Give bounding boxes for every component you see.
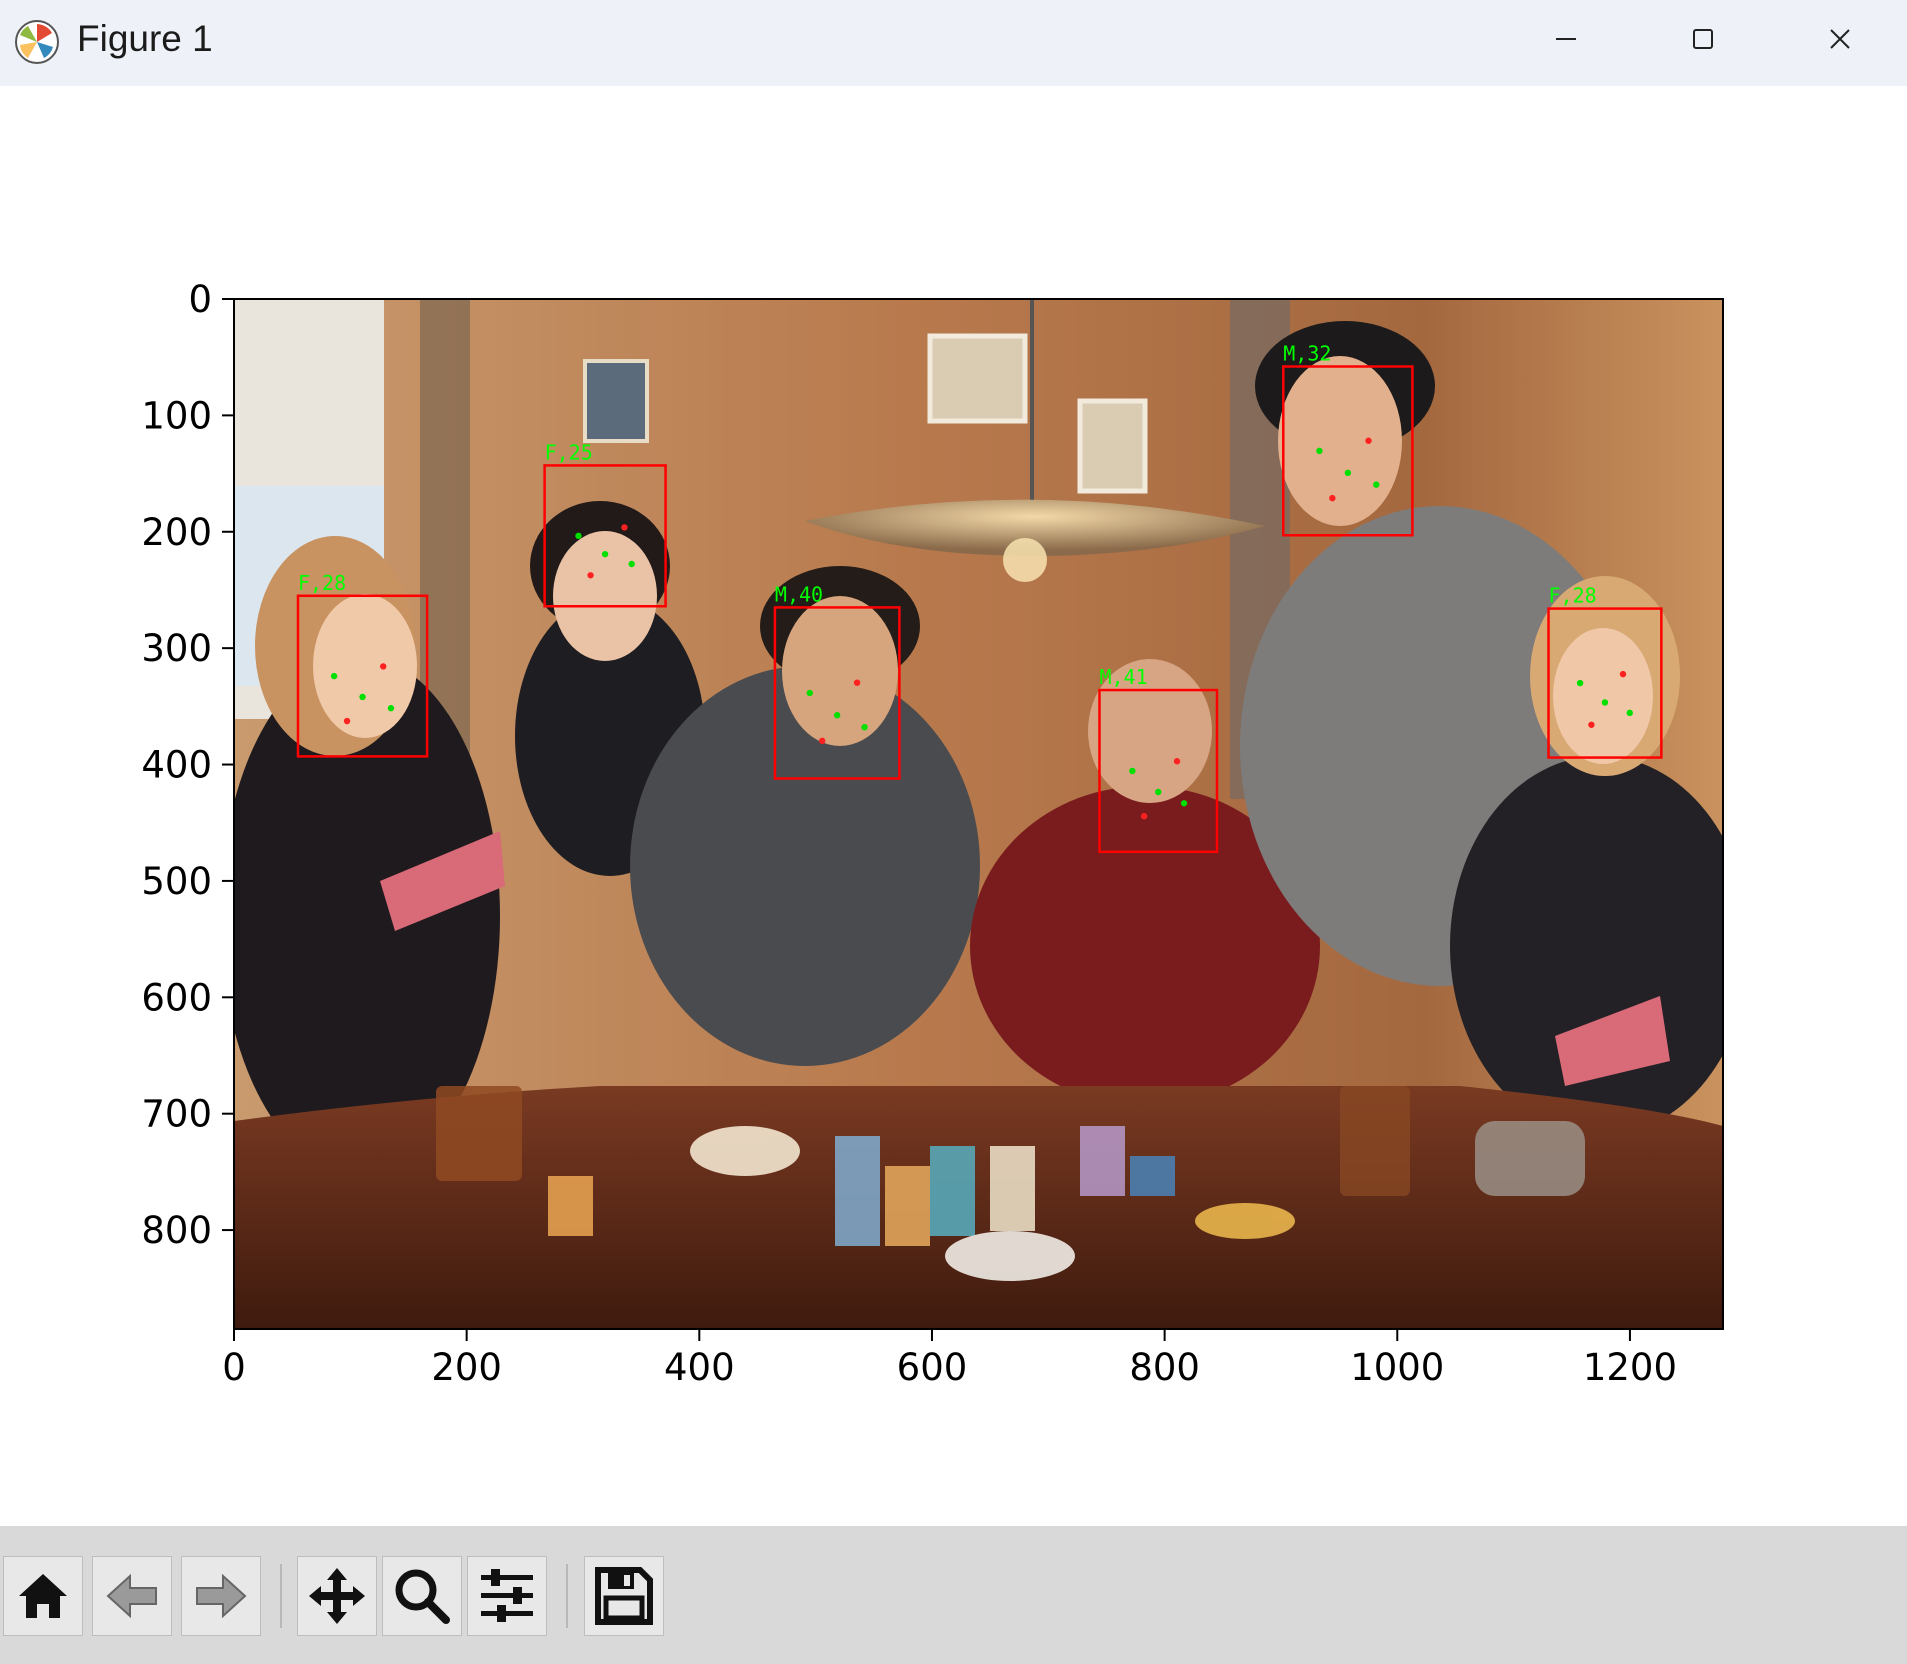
back-arrow-icon [106,1573,157,1619]
y-tick-label: 200 [141,511,212,554]
x-tick-label: 400 [664,1346,735,1389]
maximize-button[interactable] [1635,0,1771,78]
close-icon [1830,29,1850,49]
y-tick-label: 400 [141,744,212,787]
home-icon [19,1574,67,1618]
x-tick-label: 200 [431,1346,502,1389]
x-tick-label: 1000 [1350,1346,1444,1389]
face-landmark [1173,758,1181,765]
face-landmark [1619,670,1627,678]
face-landmark [1344,469,1352,477]
x-tick-label: 600 [897,1346,968,1389]
face-landmark [1576,679,1584,687]
y-tick-label: 800 [141,1209,212,1252]
save-button[interactable] [584,1556,664,1636]
home-button[interactable] [3,1556,83,1636]
y-tick-label: 500 [141,860,212,903]
x-tick-label: 0 [222,1346,246,1389]
face-landmark [1155,788,1162,796]
navigation-toolbar [0,1526,1907,1664]
face-landmark [628,560,635,568]
face-landmark [806,689,813,697]
forward-arrow-icon [196,1573,247,1619]
face-label: M,41 [1099,665,1147,689]
window-titlebar: Figure 1 [0,0,1907,86]
face-landmark [330,672,338,680]
photo-image [234,299,1723,1329]
face-label: F,28 [1549,584,1597,608]
pan-button[interactable] [297,1556,377,1636]
save-icon [595,1567,653,1625]
configure-subplots-button[interactable] [467,1556,547,1636]
face-landmark [387,705,395,712]
face-landmark [1365,437,1372,444]
close-button[interactable] [1772,0,1907,78]
face-landmark [1140,813,1148,820]
face-landmark [1129,767,1136,775]
toolbar-separator [566,1564,568,1628]
toolbar-separator [280,1564,282,1628]
face-landmark [601,550,609,558]
face-landmark [833,712,841,719]
zoom-button[interactable] [382,1556,462,1636]
face-landmark [1626,709,1633,717]
face-landmark [1180,800,1188,807]
y-tick-label: 300 [141,627,212,670]
maximize-icon [1693,29,1713,49]
face-landmark [621,524,628,531]
face-landmark [587,572,594,579]
face-label: F,28 [298,571,346,595]
configure-subplots-icon [481,1569,533,1622]
x-tick-label: 1200 [1583,1346,1677,1389]
forward-button[interactable] [181,1556,261,1636]
face-landmark [1588,721,1595,728]
face-landmark [1329,494,1336,502]
figure-svg: F,28 F,25 M,40 M,41 M,32 F,28 0 100 200 300 400 50… [141,278,1724,1389]
face-label: F,25 [545,440,593,464]
window-title: Figure 1 [77,18,213,59]
face-label: M,32 [1283,342,1331,366]
face-landmark [1316,447,1323,455]
face-label: M,40 [775,582,823,606]
minimize-icon [1556,38,1576,40]
face-landmark [380,663,387,670]
matplotlib-icon [14,19,60,65]
face-landmark [575,532,582,540]
y-tick-label: 100 [141,394,212,437]
pan-icon [309,1568,365,1624]
face-landmark [819,737,826,745]
face-landmark [343,717,351,725]
y-tick-label: 700 [141,1093,212,1136]
back-button[interactable] [92,1556,172,1636]
y-tick-label: 0 [188,278,212,321]
face-landmark [1601,699,1609,706]
figure-canvas[interactable]: F,28 F,25 M,40 M,41 M,32 F,28 0 100 200 300 400 50… [0,86,1907,1526]
zoom-icon [395,1569,450,1624]
x-tick-label: 800 [1129,1346,1200,1389]
face-landmark [853,679,861,686]
minimize-button[interactable] [1498,0,1634,78]
y-tick-label: 600 [141,976,212,1019]
face-landmark [861,723,868,731]
face-landmark [359,693,366,701]
face-landmark [1373,481,1380,488]
